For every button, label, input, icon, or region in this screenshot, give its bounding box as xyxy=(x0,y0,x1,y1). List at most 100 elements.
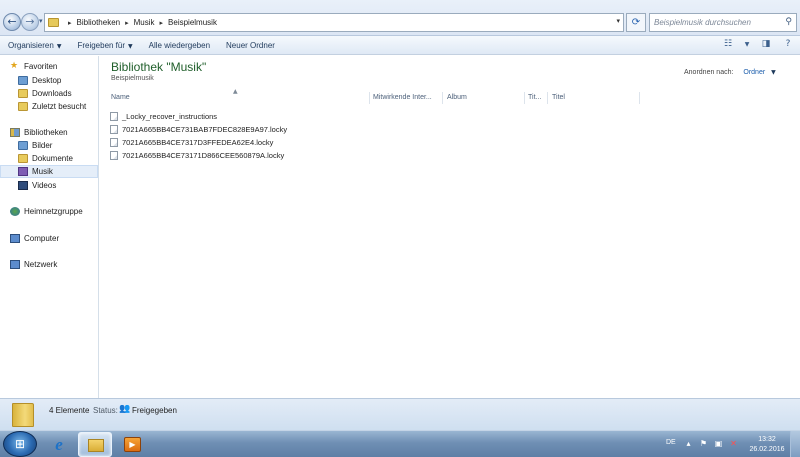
start-button[interactable]: ⊞ xyxy=(3,431,37,457)
breadcrumb-beispielmusik[interactable]: Beispielmusik xyxy=(168,18,217,27)
breadcrumb-separator-icon[interactable]: ▸ xyxy=(68,19,72,27)
list-item[interactable]: _Locky_recover_instructions xyxy=(110,110,217,122)
file-name: 7021A665BB4CE731BAB7FDEC828E9A97.locky xyxy=(122,124,288,134)
file-icon xyxy=(110,124,118,134)
breadcrumb-bibliotheken[interactable]: Bibliotheken xyxy=(77,18,121,27)
view-dropdown-icon[interactable]: ▼ xyxy=(744,39,750,50)
status-label: Status: xyxy=(93,406,118,415)
library-folder-icon xyxy=(12,403,34,427)
new-folder-button[interactable]: Neuer Ordner xyxy=(218,41,283,50)
file-name: _Locky_recover_instructions xyxy=(122,111,218,121)
breadcrumb-separator-icon[interactable]: ▸ xyxy=(125,19,129,27)
list-item[interactable]: 7021A665BB4CE73171D866CEE560879A.locky xyxy=(110,149,284,161)
chevron-down-icon[interactable]: ▼ xyxy=(771,69,776,76)
nav-item-homegroup[interactable]: Heimnetzgruppe xyxy=(10,205,98,218)
address-dropdown-icon[interactable]: ▾ xyxy=(616,17,620,25)
column-header-title[interactable]: Titel xyxy=(549,92,640,104)
forward-button[interactable]: → xyxy=(21,13,39,31)
nav-item-computer[interactable]: Computer xyxy=(10,232,98,245)
library-title: Bibliothek "Musik" xyxy=(111,60,207,74)
column-header-name[interactable]: Name xyxy=(108,92,370,104)
file-icon xyxy=(110,150,118,160)
chevron-down-icon: ▼ xyxy=(56,42,62,50)
nav-label: Favoriten xyxy=(24,62,58,71)
command-bar: Organisieren ▼ Freigeben für ▼ Alle wieder… xyxy=(0,36,800,55)
nav-item-desktop[interactable]: Desktop xyxy=(18,74,98,87)
arrange-label: Anordnen nach: xyxy=(684,69,734,76)
nav-item-pictures[interactable]: Bilder xyxy=(18,139,98,152)
file-icon xyxy=(110,137,118,147)
text-file-icon xyxy=(110,111,118,121)
nav-item-music[interactable]: Musik xyxy=(0,165,98,178)
taskbar-media-player[interactable]: ▶ xyxy=(116,432,150,457)
clock[interactable]: 13:32 26.02.2016 xyxy=(748,435,786,455)
nav-item-documents[interactable]: Dokumente xyxy=(18,152,98,165)
nav-item-downloads[interactable]: Downloads xyxy=(18,87,98,100)
breadcrumb-separator-icon[interactable]: ▸ xyxy=(160,19,164,27)
file-name: 7021A665BB4CE7317D3FFEDEA62E4.locky xyxy=(122,137,274,147)
nav-item-videos[interactable]: Videos xyxy=(18,179,98,192)
play-all-button[interactable]: Alle wiedergeben xyxy=(141,41,218,50)
taskbar-windows-explorer[interactable] xyxy=(78,432,112,457)
breadcrumb-musik[interactable]: Musik xyxy=(134,18,155,27)
desktop-icon xyxy=(18,76,28,85)
system-tray: ▴ ⚑ ▣ ✕ xyxy=(684,439,738,448)
nav-item-network[interactable]: Netzwerk xyxy=(10,258,98,271)
back-button[interactable]: ← xyxy=(3,13,21,31)
organize-button[interactable]: Organisieren ▼ xyxy=(0,41,69,50)
nav-item-favorites[interactable]: ★ Favoriten xyxy=(10,60,98,73)
nav-label: Dokumente xyxy=(32,154,73,163)
view-options-icon[interactable]: ☷ xyxy=(722,39,734,50)
taskbar-internet-explorer[interactable]: e xyxy=(42,432,76,457)
language-indicator[interactable]: DE xyxy=(666,439,676,446)
show-hidden-icons-icon[interactable]: ▴ xyxy=(684,439,693,448)
nav-label: Bilder xyxy=(32,141,53,150)
downloads-folder-icon xyxy=(18,89,28,98)
clock-date: 26.02.2016 xyxy=(749,446,785,453)
recent-places-icon xyxy=(18,102,28,111)
network-icon xyxy=(10,260,20,269)
file-list-pane: Bibliothek "Musik" Beispielmusik Anordne… xyxy=(100,56,800,398)
back-arrow-icon: ← xyxy=(7,15,17,28)
recent-pages-dropdown-icon[interactable]: ▾ xyxy=(39,17,43,25)
search-placeholder: Beispielmusik durchsuchen xyxy=(654,18,751,27)
organize-label: Organisieren xyxy=(8,40,54,50)
taskbar: ⊞ e ▶ DE ▴ ⚑ ▣ ✕ 13:32 26.02.2016 xyxy=(0,430,800,457)
computer-icon xyxy=(10,234,20,243)
address-bar-row: ← → ▾ ▸ Bibliotheken ▸ Musik ▸ Beispielm… xyxy=(0,0,800,36)
explorer-folder-icon xyxy=(88,439,104,452)
arrange-by-dropdown[interactable]: Ordner xyxy=(743,69,765,76)
search-input[interactable]: Beispielmusik durchsuchen ⚲ xyxy=(649,13,797,32)
search-icon[interactable]: ⚲ xyxy=(785,14,792,31)
column-header-album[interactable]: Album xyxy=(444,92,525,104)
internet-explorer-icon: e xyxy=(55,435,63,454)
nav-item-libraries[interactable]: Bibliotheken xyxy=(10,126,98,139)
refresh-button[interactable]: ⟳ xyxy=(626,13,646,32)
share-with-label: Freigeben für xyxy=(77,40,126,50)
nav-label: Desktop xyxy=(32,76,62,85)
clock-time: 13:32 xyxy=(758,436,776,443)
volume-muted-icon[interactable]: ✕ xyxy=(729,439,738,448)
share-with-button[interactable]: Freigeben für ▼ xyxy=(69,41,140,50)
column-header-contributing-artists[interactable]: Mitwirkende Inter... xyxy=(370,92,443,104)
library-subtitle: Beispielmusik xyxy=(111,75,154,82)
address-bar[interactable]: ▸ Bibliotheken ▸ Musik ▸ Beispielmusik ▾ xyxy=(44,13,624,32)
list-item[interactable]: 7021A665BB4CE7317D3FFEDEA62E4.locky xyxy=(110,136,273,148)
nav-label: Zuletzt besucht xyxy=(32,102,87,111)
action-center-flag-icon[interactable]: ⚑ xyxy=(699,439,708,448)
libraries-icon xyxy=(10,128,20,137)
column-header-track-number[interactable]: Tit... xyxy=(525,92,548,104)
network-tray-icon[interactable]: ▣ xyxy=(714,439,723,448)
file-name: 7021A665BB4CE73171D866CEE560879A.locky xyxy=(122,150,285,160)
nav-label: Bibliotheken xyxy=(24,128,68,137)
list-item[interactable]: 7021A665BB4CE731BAB7FDEC828E9A97.locky xyxy=(110,123,287,135)
help-icon[interactable]: ? xyxy=(782,39,794,50)
details-pane: 4 Elemente Status: 👥 Freigegeben xyxy=(0,398,800,430)
arrange-by: Anordnen nach: Ordner ▼ xyxy=(684,69,776,76)
media-player-icon: ▶ xyxy=(124,437,141,452)
nav-item-recent[interactable]: Zuletzt besucht xyxy=(18,100,98,113)
show-desktop-button[interactable] xyxy=(790,431,800,457)
preview-pane-icon[interactable]: ◨ xyxy=(760,39,772,50)
nav-label: Computer xyxy=(24,234,60,243)
documents-library-icon xyxy=(18,154,28,163)
